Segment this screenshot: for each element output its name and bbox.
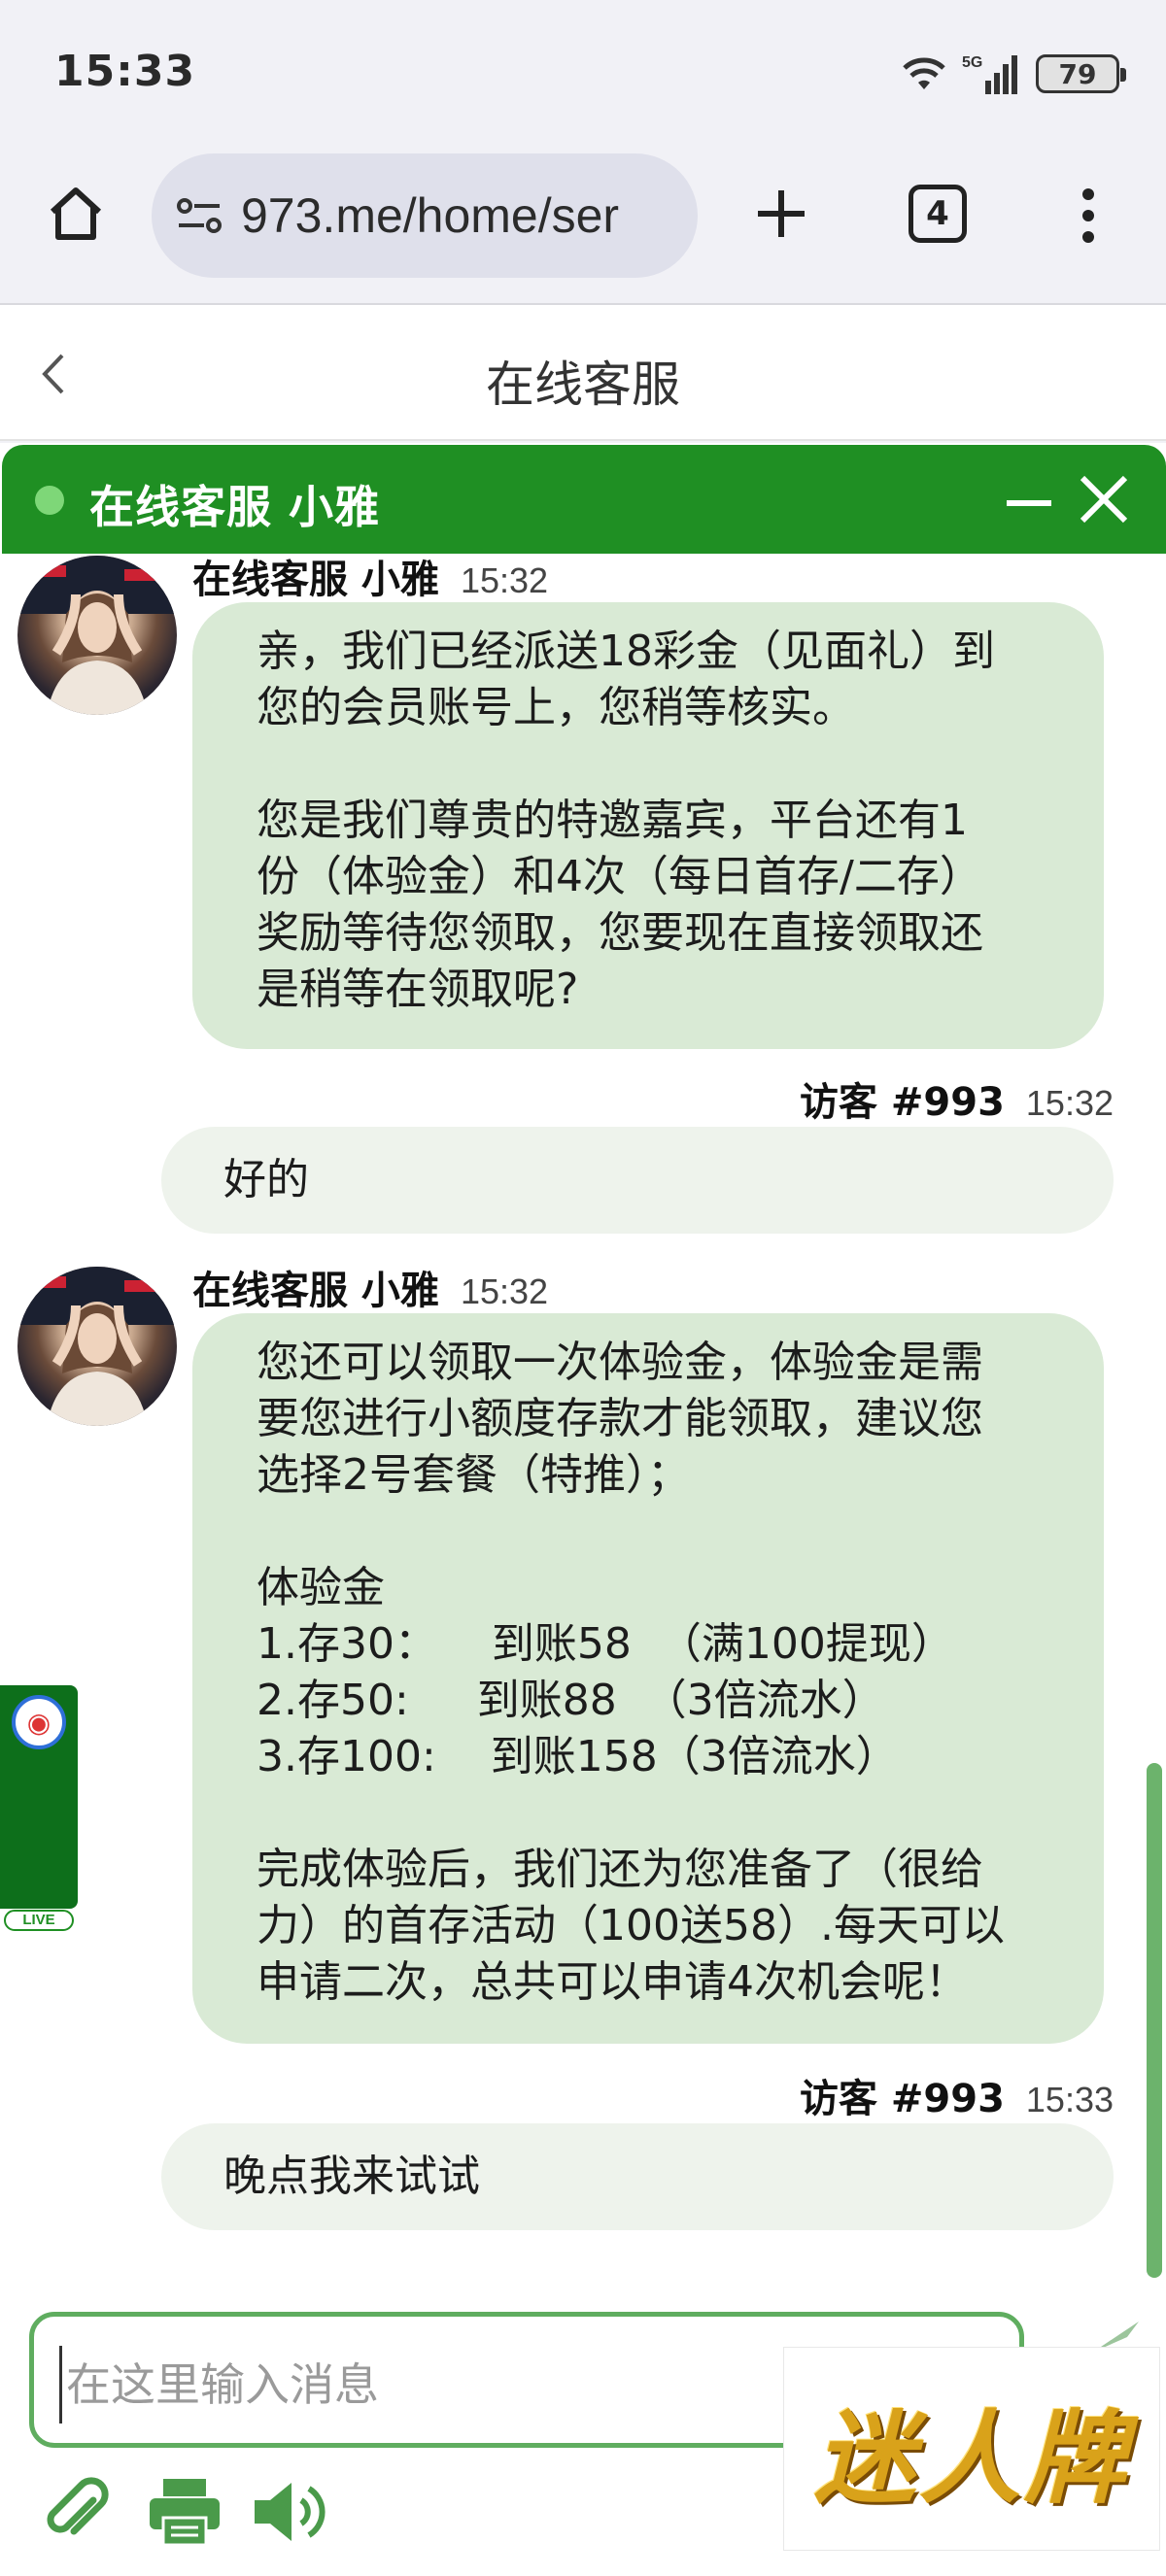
live-logo-icon: ◉ (12, 1695, 66, 1749)
wifi-icon (903, 57, 945, 89)
sender-name: 访客 #993 (799, 1080, 1005, 1125)
message-time: 15:33 (1025, 2080, 1114, 2119)
tab-switcher-button[interactable]: 4 (909, 185, 967, 243)
agent-message-bubble: 您还可以领取一次体验金，体验金是需 要您进行小额度存款才能领取，建议您 选择2号… (192, 1313, 1104, 2044)
browser-toolbar: 973.me/home/ser 4 (0, 146, 1166, 305)
print-icon[interactable] (146, 2475, 223, 2549)
status-icons: 5G 79 (900, 51, 1126, 97)
brand-text: 迷人牌 (813, 2397, 1129, 2518)
message-input[interactable] (59, 2346, 798, 2423)
status-time: 15:33 (54, 47, 196, 96)
chat-header: 在线客服 小雅 (2, 445, 1166, 554)
message-meta: 在线客服 小雅 15:32 (192, 1259, 548, 1315)
address-bar[interactable]: 973.me/home/ser (152, 153, 698, 278)
sound-icon[interactable] (251, 2475, 330, 2549)
signal-5g-icon: 5G (962, 54, 1017, 94)
page-title: 在线客服 (486, 357, 680, 412)
agent-avatar (17, 556, 177, 715)
message-meta: 访客 #993 15:32 (800, 1070, 1114, 1127)
live-badge[interactable]: LIVE (4, 1910, 74, 1931)
message-time: 15:32 (1025, 1083, 1114, 1123)
sender-name: 访客 #993 (799, 2077, 1005, 2121)
sender-name: 在线客服 小雅 (192, 558, 439, 602)
close-icon[interactable] (1075, 470, 1133, 528)
minimize-icon[interactable] (1003, 474, 1055, 526)
online-status-icon (35, 486, 64, 515)
network-label: 5G (962, 54, 982, 71)
visitor-message-bubble: 晚点我来试试 (161, 2123, 1114, 2230)
more-menu-icon[interactable] (1069, 185, 1108, 247)
message-meta: 在线客服 小雅 15:32 (192, 548, 548, 604)
chat-scrollbar[interactable] (1147, 1763, 1162, 2278)
chat-header-title: 在线客服 小雅 (89, 481, 381, 533)
visitor-message-bubble: 好的 (161, 1127, 1114, 1234)
message-time: 15:32 (460, 1271, 549, 1311)
brand-logo: 迷人牌 (783, 2347, 1160, 2551)
live-widget[interactable]: ◉ (0, 1685, 78, 1909)
message-meta: 访客 #993 15:33 (800, 2067, 1114, 2123)
site-settings-icon[interactable] (175, 196, 223, 235)
url-text: 973.me/home/ser (241, 188, 620, 243)
home-icon[interactable] (45, 183, 107, 245)
chat-window: 在线客服 小雅 在线客服 小雅 15:32 亲，我们已经派送18彩金（见面礼）到… (0, 443, 1166, 2576)
battery-icon: 79 (1036, 54, 1126, 93)
message-time: 15:32 (460, 560, 549, 600)
page-header: 在线客服 (0, 305, 1166, 441)
attachment-icon[interactable] (39, 2475, 113, 2549)
scrollbar-thumb[interactable] (1147, 1763, 1162, 2278)
sender-name: 在线客服 小雅 (192, 1269, 439, 1313)
agent-message-bubble: 亲，我们已经派送18彩金（见面礼）到 您的会员账号上，您稍等核实。 您是我们尊贵… (192, 602, 1104, 1049)
agent-avatar (17, 1267, 177, 1426)
new-tab-icon[interactable] (748, 181, 814, 247)
status-bar: 15:33 5G 79 (0, 0, 1166, 146)
